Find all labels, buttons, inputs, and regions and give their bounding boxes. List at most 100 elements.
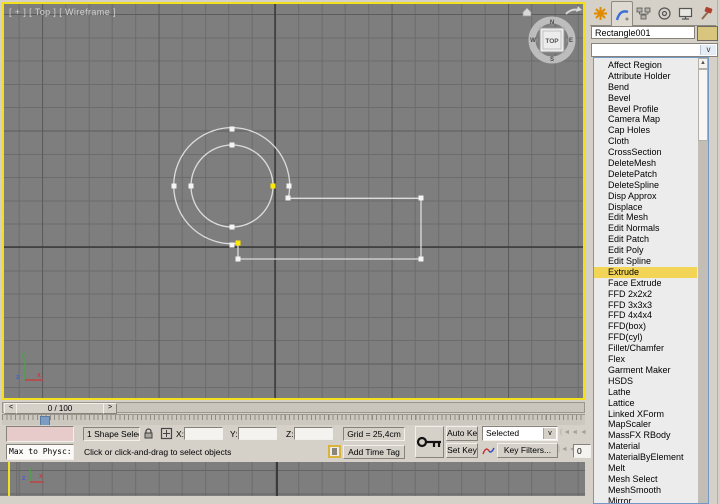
selection-lock-icon[interactable] [142,427,156,441]
modifier-list-item[interactable]: CrossSection [594,147,697,158]
time-slider[interactable]: < 0 / 100 > [2,402,585,414]
tab-display[interactable] [674,1,696,26]
key-filters-button[interactable]: Key Filters... [497,443,558,458]
maxscript-listener-pink[interactable] [6,426,74,442]
tab-modify[interactable] [610,1,634,26]
modifier-list-item[interactable]: Displace [594,202,697,213]
create-icon [593,6,607,20]
tab-hierarchy[interactable] [633,1,655,26]
viewport-label-menu[interactable]: [ + ] [ Top ] [ Wireframe ] [9,7,116,17]
selection-status: 1 Shape Selected [83,427,140,441]
viewport-top[interactable]: [ + ] [ Top ] [ Wireframe ] [2,2,585,400]
scroll-up-icon[interactable]: ▲ [698,58,708,69]
time-next-button[interactable]: > [103,403,117,414]
modifier-list-item[interactable]: Material [594,441,697,452]
modifier-list-item[interactable]: Bevel Profile [594,104,697,115]
track-bar-ticks [2,415,585,420]
modifier-list-item[interactable]: FFD 3x3x3 [594,300,697,311]
modifier-list-item[interactable]: DeleteMesh [594,158,697,169]
modifier-list-item[interactable]: MeshSmooth [594,485,697,496]
modifier-list-item[interactable]: Edit Spline [594,256,697,267]
panel-edge [717,0,718,504]
modifier-list-combo[interactable]: v [591,43,718,57]
modifier-list-item[interactable]: Mirror [594,496,697,503]
x-coordinate-field[interactable] [184,427,223,440]
object-color-swatch[interactable] [697,26,718,41]
modifier-list-item[interactable]: Disp Approx [594,191,697,202]
modifier-list-item[interactable]: FFD 2x2x2 [594,289,697,300]
modifier-list-item[interactable]: Attribute Holder [594,71,697,82]
status-bar: Max to Physc: 1 Shape Selected X: Y: Z: … [0,425,593,462]
3dsmax-window: [ + ] [ Top ] [ Wireframe ] y x z x z TO… [0,0,720,504]
tab-utilities[interactable] [695,1,717,26]
modifier-list-item[interactable]: Garment Maker [594,365,697,376]
modifier-list-item[interactable]: Linked XForm [594,409,697,420]
grid-size-display: Grid = 25,4cm [343,427,405,441]
modifier-list-item[interactable]: Affect Region [594,60,697,71]
modifier-list-item[interactable]: MaterialByElement [594,452,697,463]
modifier-list-item[interactable]: Fillet/Chamfer [594,343,697,354]
modifier-list-item[interactable]: Edit Mesh [594,212,697,223]
selection-filter-value: Selected [486,428,520,438]
selection-filter-dropdown[interactable]: Selected v [482,426,558,441]
modifier-list-item[interactable]: Cloth [594,136,697,147]
modifier-dropdown-list: Affect Region Attribute Holder Bend Bevel Be… [593,57,709,504]
chevron-down-icon[interactable]: v [543,428,556,439]
modifier-list-item[interactable]: Edit Patch [594,234,697,245]
maxscript-listener-input[interactable]: Max to Physc: [6,444,74,460]
modifier-list-item[interactable]: Lattice [594,398,697,409]
tab-create[interactable] [590,1,611,26]
current-frame-field[interactable]: 0 [573,444,591,458]
modifier-list-item[interactable]: DeleteSpline [594,180,697,191]
default-tangent-icon[interactable] [482,444,495,457]
track-bar[interactable] [2,414,585,426]
z-label: Z: [286,429,294,439]
go-to-start-icon[interactable]: (◄◄ [560,429,579,436]
modifier-list-item[interactable]: FFD 4x4x4 [594,310,697,321]
modifier-list-item[interactable]: Mesh Select [594,474,697,485]
viewport-bottom-strip[interactable] [0,462,585,496]
key-icon [416,436,441,448]
modifier-list-item[interactable]: Melt [594,463,697,474]
modifier-list-item[interactable]: DeletePatch [594,169,697,180]
dropdown-scrollbar[interactable]: ▲ [698,58,708,503]
modifier-list-item[interactable]: Bevel [594,93,697,104]
modifier-list-item[interactable]: Face Extrude [594,278,697,289]
modifier-list-item[interactable]: FFD(cyl) [594,332,697,343]
object-name-input[interactable]: Rectangle001 [591,26,695,39]
modifier-list-item[interactable]: HSDS [594,376,697,387]
viewport-divider [8,462,10,496]
modifier-list: Affect Region Attribute Holder Bend Bevel Be… [594,60,697,503]
auto-key-button[interactable]: Auto Key [446,426,478,441]
chevron-down-icon[interactable]: v [700,45,716,55]
hierarchy-icon [636,7,651,19]
scrollbar-thumb[interactable] [698,69,708,141]
time-slider-thumb[interactable]: 0 / 100 [16,403,104,414]
command-panel-tabs [590,1,717,27]
y-label: Y: [230,429,238,439]
set-key-button[interactable]: Set Key [446,443,478,458]
absolute-mode-icon[interactable] [160,427,174,441]
prev-key-icon[interactable]: ◄ [580,429,588,436]
toggle-set-key-button[interactable] [415,426,444,458]
modifier-list-item[interactable]: Camera Map [594,114,697,125]
modifier-list-item[interactable]: Edit Normals [594,223,697,234]
modifier-list-item[interactable]: Flex [594,354,697,365]
x-label: X: [176,429,185,439]
modifier-list-item[interactable]: Cap Holes [594,125,697,136]
modifier-list-item[interactable]: MassFX RBody [594,430,697,441]
modifier-list-item[interactable]: Extrude [594,266,697,278]
y-coordinate-field[interactable] [238,427,277,440]
isolate-selection-icon[interactable] [328,445,341,458]
modifier-list-item[interactable]: FFD(box) [594,321,697,332]
motion-icon [658,6,671,20]
modifier-list-item[interactable]: MapScaler [594,419,697,430]
modifier-list-item[interactable]: Edit Poly [594,245,697,256]
z-coordinate-field[interactable] [294,427,333,440]
grid-axis-line [276,462,278,496]
tab-motion[interactable] [654,1,675,26]
modifier-list-item[interactable]: Bend [594,82,697,93]
modifier-list-item[interactable]: Lathe [594,387,697,398]
prompt-line: Click or click-and-drag to select object… [84,447,232,457]
add-time-tag[interactable]: Add Time Tag [343,445,405,459]
